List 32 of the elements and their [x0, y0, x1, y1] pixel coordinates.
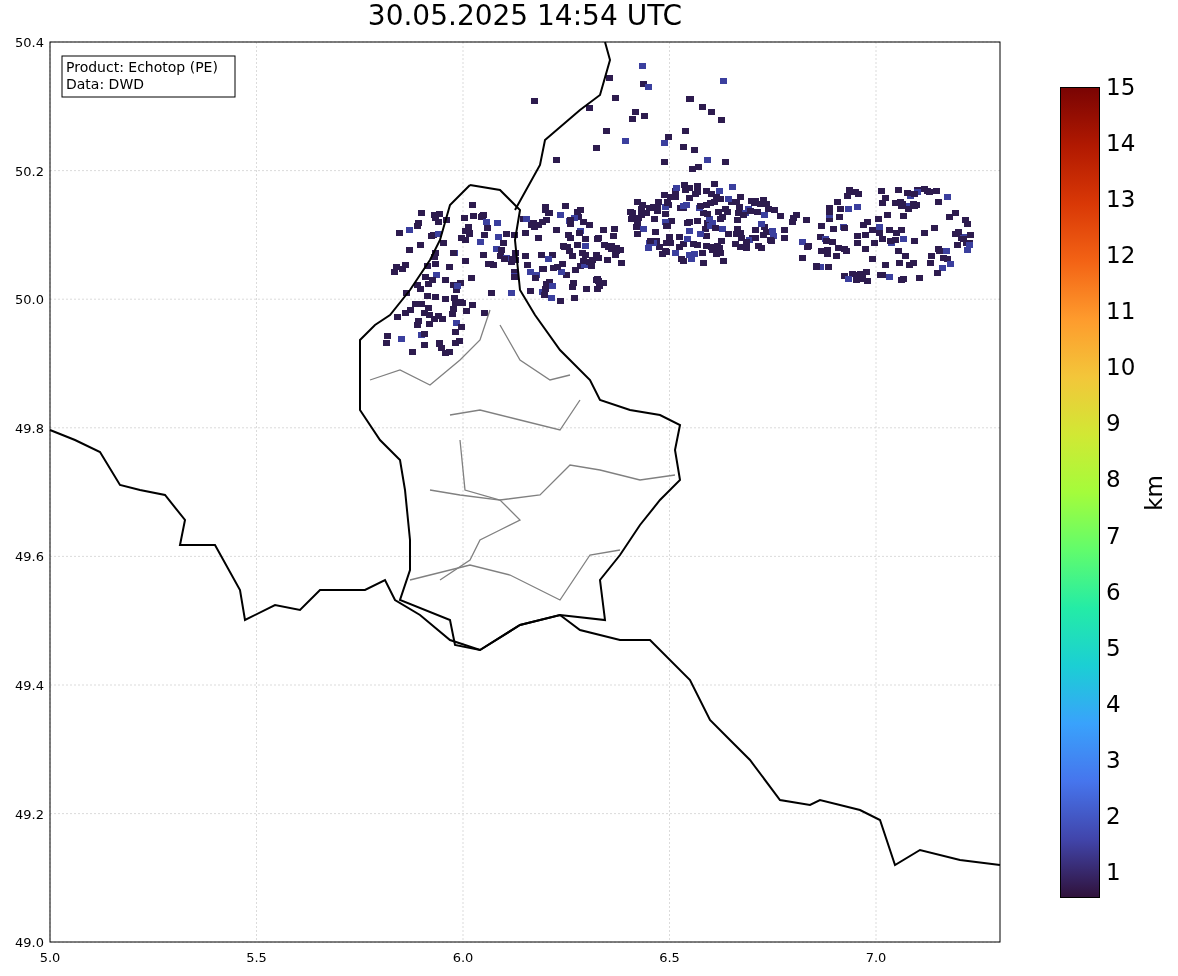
colorbar-tick-label: 10	[1106, 354, 1136, 381]
y-tick-label: 49.6	[15, 549, 44, 565]
colorbar-label: km	[1141, 474, 1168, 511]
y-tick-label: 49.8	[15, 420, 44, 436]
colorbar-tick-label: 7	[1106, 522, 1122, 549]
colorbar-tick-label: 8	[1106, 466, 1122, 493]
x-tick-label: 6.5	[659, 950, 680, 965]
colorbar-tick-label: 12	[1106, 242, 1136, 269]
y-tick-label: 50.0	[15, 292, 44, 308]
x-tick-label: 7.0	[865, 950, 887, 965]
colorbar-tick-label: 4	[1106, 690, 1122, 717]
colorbar-tick-label: 1	[1106, 858, 1122, 885]
colorbar-tick-label: 2	[1106, 802, 1122, 829]
y-tick-label: 49.2	[15, 806, 44, 822]
x-tick-label: 6.0	[452, 950, 474, 965]
x-tick-label: 5.5	[246, 950, 267, 965]
y-tick-label: 49.0	[15, 935, 44, 951]
colorbar-tick-label: 5	[1106, 634, 1122, 661]
colorbar-tick-label: 11	[1106, 298, 1136, 325]
colorbar-tick-label: 3	[1106, 746, 1122, 773]
legend-text: Product: Echotop (PE)	[66, 59, 218, 75]
legend-text: Data: DWD	[66, 76, 144, 92]
colorbar-tick-label: 6	[1106, 578, 1122, 605]
y-tick-label: 49.4	[15, 678, 44, 693]
colorbar-tick-label: 13	[1106, 186, 1136, 213]
colorbar-tick-label: 9	[1106, 410, 1122, 437]
y-tick-label: 50.4	[15, 35, 44, 50]
y-tick-label: 50.2	[15, 163, 44, 179]
x-tick-label: 5.0	[39, 950, 61, 965]
colorbar-tick-label: 14	[1106, 130, 1136, 157]
chart-title: 30.05.2025 14:54 UTC	[367, 0, 683, 32]
colorbar-tick-label: 15	[1106, 74, 1136, 100]
